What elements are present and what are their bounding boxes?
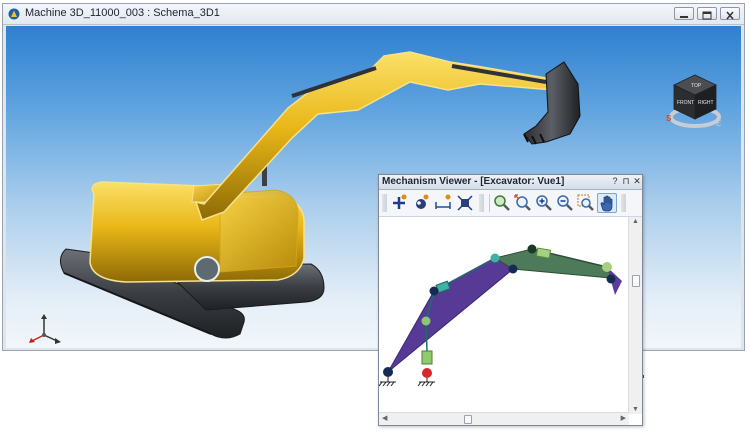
- add-joint-button[interactable]: [389, 193, 409, 213]
- joint-bucket-top: [602, 262, 612, 272]
- swing-pivot: [194, 256, 220, 282]
- add-joint-icon: [393, 194, 407, 209]
- zoom-select-button[interactable]: [513, 193, 533, 213]
- zoom-out-icon: [557, 195, 573, 211]
- show-joints-button[interactable]: [411, 193, 431, 213]
- measure-button[interactable]: [433, 193, 453, 213]
- fit-button[interactable]: [455, 193, 475, 213]
- zoom-in-icon: [536, 195, 552, 211]
- scroll-down-icon[interactable]: ▼: [632, 406, 639, 413]
- joint-base: [383, 367, 393, 377]
- ground-symbol-left: [379, 377, 396, 387]
- pin-button[interactable]: ⊓: [621, 176, 631, 187]
- zoom-area-icon: [494, 195, 510, 211]
- joint-boom-top: [490, 253, 500, 263]
- viewcube-face-right: RIGHT: [698, 100, 714, 106]
- show-joints-icon: [416, 194, 429, 209]
- vertical-scroll-thumb[interactable]: [632, 275, 640, 287]
- restore-button[interactable]: [697, 7, 717, 20]
- fit-icon: [457, 195, 473, 211]
- zoom-window-button[interactable]: [576, 193, 596, 213]
- boom-cylinder-body: [421, 350, 433, 365]
- compass-east: E: [716, 119, 721, 128]
- viewcube-icon[interactable]: TOP FRONT RIGHT S E: [666, 71, 724, 133]
- close-button[interactable]: [720, 7, 740, 20]
- joint-cylinder-top: [421, 316, 431, 326]
- joint-cylinder-base: [422, 368, 432, 378]
- measure-icon: [435, 194, 451, 209]
- scroll-right-icon[interactable]: ▶: [621, 414, 626, 422]
- toolbar-separator: [489, 194, 490, 212]
- app-logo-icon: [8, 8, 20, 20]
- help-button[interactable]: ?: [610, 176, 620, 186]
- pan-hand-button[interactable]: [597, 193, 617, 213]
- joint-arm-pivot: [508, 264, 518, 274]
- ground-symbol-right: [417, 378, 435, 387]
- window-titlebar[interactable]: Machine 3D_11000_003 : Schema_3D1: [3, 4, 744, 25]
- joint-arm-top: [527, 244, 537, 254]
- boom-link: [387, 257, 514, 373]
- toolbar-grip[interactable]: [382, 194, 387, 212]
- toolbar-grip-end: [479, 194, 484, 212]
- mechanism-diagram[interactable]: [379, 217, 630, 414]
- axis-triad-icon: [29, 314, 61, 344]
- zoom-out-button[interactable]: [555, 193, 575, 213]
- scroll-up-icon[interactable]: ▲: [632, 218, 639, 225]
- mechanism-viewer-titlebar[interactable]: Mechanism Viewer - [Excavator: Vue1] ? ⊓…: [379, 175, 642, 190]
- joint-boom-mid: [429, 286, 439, 296]
- zoom-select-icon: [514, 194, 531, 211]
- minimize-button[interactable]: [674, 7, 694, 20]
- window-title: Machine 3D_11000_003 : Schema_3D1: [25, 7, 220, 19]
- viewcube-face-front: FRONT: [677, 100, 694, 106]
- mechanism-toolbar: [379, 190, 642, 217]
- toolbar-grip-right: [621, 194, 626, 212]
- zoom-window-icon: [577, 194, 594, 211]
- excavator-bucket: [523, 61, 581, 145]
- horizontal-scrollbar[interactable]: ◀ ▶: [379, 412, 629, 425]
- close-icon: [726, 11, 734, 20]
- pan-hand-icon: [600, 195, 613, 212]
- mechanism-viewer-title: Mechanism Viewer - [Excavator: Vue1]: [382, 176, 565, 187]
- minimize-icon: [680, 16, 688, 18]
- bucket-cylinder-body: [535, 247, 552, 259]
- compass-south: S: [666, 114, 672, 123]
- panel-close-button[interactable]: ✕: [632, 176, 642, 187]
- zoom-area-button[interactable]: [492, 193, 512, 213]
- joint-bucket-pivot: [606, 274, 616, 284]
- viewcube-face-top: TOP: [691, 83, 702, 89]
- restore-icon: [702, 11, 712, 20]
- horizontal-scroll-thumb[interactable]: [464, 415, 472, 424]
- vertical-scrollbar[interactable]: ▲ ▼: [628, 217, 642, 414]
- scroll-left-icon[interactable]: ◀: [382, 414, 387, 422]
- zoom-in-button[interactable]: [534, 193, 554, 213]
- mechanism-viewer-panel: Mechanism Viewer - [Excavator: Vue1] ? ⊓…: [378, 174, 643, 426]
